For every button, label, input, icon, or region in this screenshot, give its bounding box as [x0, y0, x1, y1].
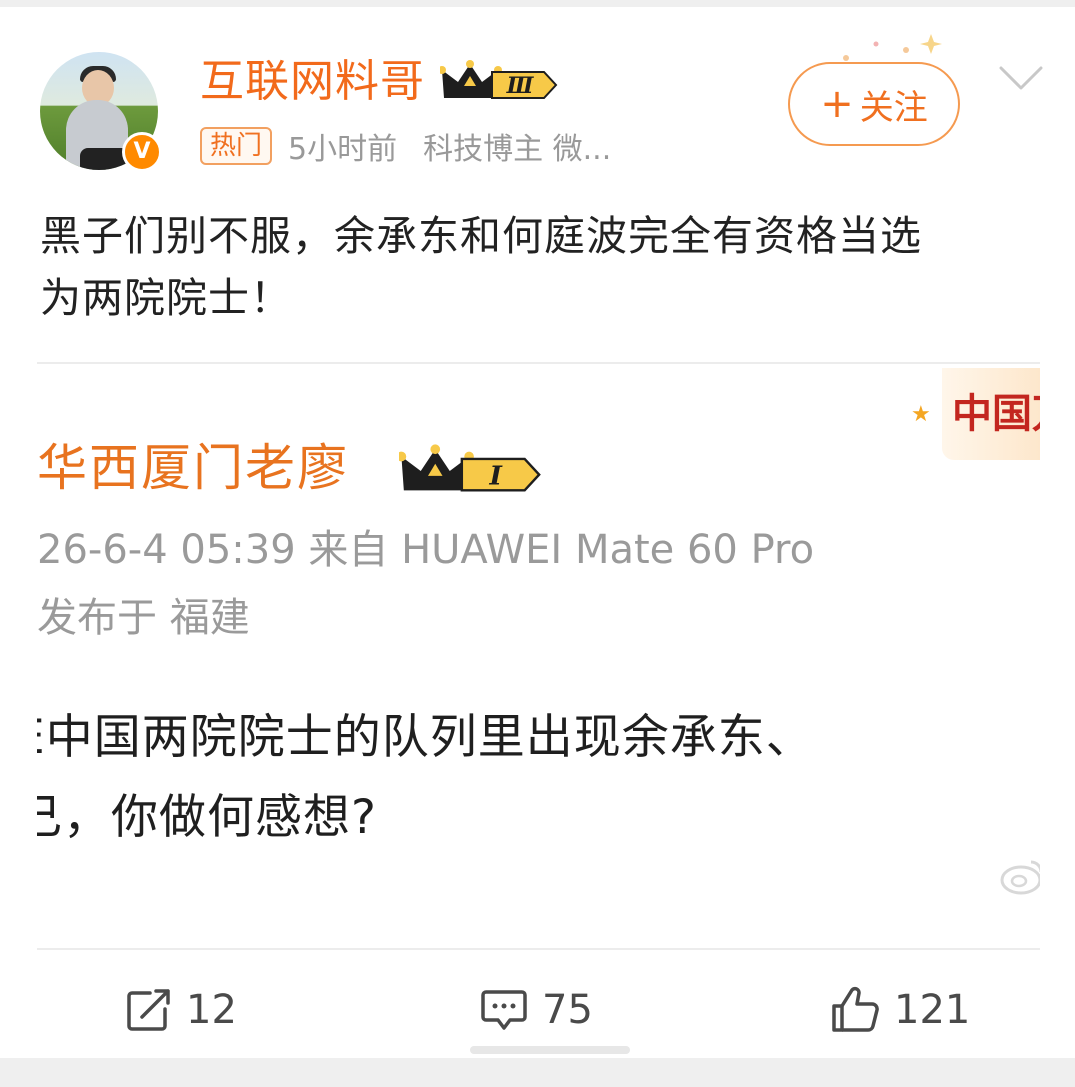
- follow-button[interactable]: + 关注: [788, 62, 960, 146]
- follow-label: 关注: [859, 87, 928, 128]
- comment-icon: [481, 990, 527, 1030]
- post-time: 5小时前: [288, 132, 398, 167]
- quoted-author-name: 华西厦门老廖: [37, 439, 349, 497]
- verified-icon: V: [122, 132, 162, 172]
- post-text[interactable]: 黑子们别不服，余承东和何庭波完全有资格当选 为两院院士！: [40, 205, 1040, 329]
- like-button[interactable]: 121: [830, 985, 970, 1035]
- crown-icon: Ⅲ: [440, 60, 558, 99]
- repost-button[interactable]: 12: [126, 985, 237, 1035]
- quoted-author-level: I: [488, 460, 503, 491]
- post-meta: 热门 5小时前 科技博主 微...: [200, 126, 612, 167]
- divider: [37, 948, 1040, 950]
- repost-count: 12: [186, 987, 237, 1033]
- comment-button[interactable]: 75: [480, 985, 593, 1035]
- like-icon: [832, 986, 879, 1032]
- scroll-indicator: [470, 1046, 630, 1054]
- quoted-time-device: 26-6-4 05:39 来自 HUAWEI Mate 60 Pro: [37, 527, 815, 573]
- quoted-screenshot[interactable]: 中国万 ★ 华西厦门老廖 I 26-6-4 05:39 来自 HUAWEI Ma…: [37, 362, 1040, 934]
- weibo-watermark-icon: [1000, 860, 1040, 895]
- author-identity: 科技博主 微...: [423, 132, 612, 167]
- star-icon: ★: [911, 402, 931, 427]
- chevron-down-icon[interactable]: [998, 64, 1044, 94]
- author-name[interactable]: 互联网料哥: [200, 52, 425, 112]
- quoted-location: 发布于 福建: [37, 595, 250, 641]
- quoted-body: E中国两院院士的队列里出现余承东、 己，你做何感想?: [37, 698, 1025, 858]
- like-count: 121: [894, 987, 971, 1033]
- post-text-line: 为两院院士！: [40, 274, 292, 322]
- comment-count: 75: [542, 987, 593, 1033]
- hot-tag[interactable]: 热门: [200, 127, 273, 165]
- post-text-line: 黑子们别不服，余承东和何庭波完全有资格当选: [40, 212, 922, 260]
- crown-icon: I: [399, 444, 541, 492]
- quoted-banner: 中国万: [942, 368, 1040, 460]
- quoted-body-line: E中国两院院士的队列里出现余承东、: [37, 710, 814, 765]
- repost-icon: [127, 989, 170, 1031]
- quoted-body-line: 己，你做何感想?: [37, 790, 377, 845]
- status-strip: [0, 0, 1075, 7]
- author-level: Ⅲ: [506, 73, 535, 99]
- plus-icon: +: [820, 81, 854, 127]
- bottom-strip: [0, 1058, 1075, 1087]
